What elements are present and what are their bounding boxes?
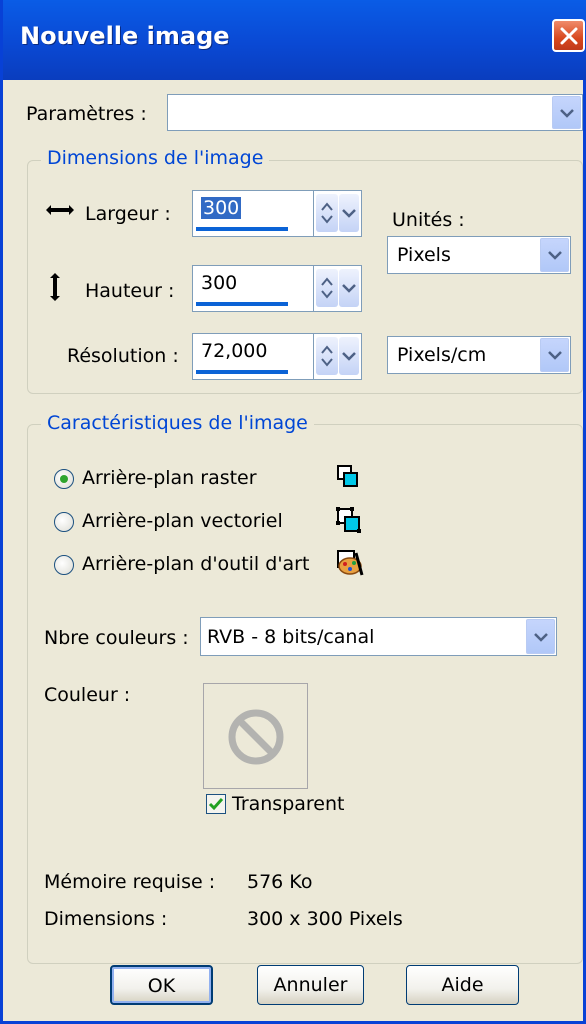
color-label: Couleur : [44, 684, 131, 706]
resolution-slider-bar[interactable] [196, 370, 288, 374]
vertical-resize-icon [50, 273, 60, 301]
vector-layer-icon [336, 507, 361, 533]
up-down-arrows-icon [321, 202, 333, 224]
checkmark-icon [208, 798, 224, 811]
transparent-label[interactable]: Transparent [232, 793, 345, 815]
new-image-dialog: Nouvelle image Paramètres : Dimensions d… [0, 0, 586, 1024]
width-label: Largeur : [85, 203, 171, 225]
vector-background-label[interactable]: Arrière-plan vectoriel [82, 510, 283, 532]
raster-layer-icon [337, 465, 358, 487]
color-swatch[interactable] [203, 683, 308, 789]
window-title: Nouvelle image [20, 22, 230, 50]
width-slider-bar[interactable] [196, 227, 288, 231]
up-down-arrows-icon [321, 345, 333, 367]
resolution-spinner[interactable] [314, 333, 362, 380]
resolution-units-value: Pixels/cm [397, 344, 487, 366]
resolution-value: 72,000 [201, 340, 268, 362]
preset-dropdown-button[interactable] [552, 96, 581, 129]
close-button[interactable] [552, 19, 585, 52]
art-media-background-radio[interactable] [54, 555, 74, 575]
chevron-down-icon [342, 209, 356, 218]
title-bar[interactable]: Nouvelle image [3, 0, 586, 80]
height-value: 300 [201, 272, 238, 294]
no-color-icon [228, 709, 284, 765]
dimensions-info-value: 300 x 300 Pixels [247, 908, 403, 930]
horizontal-resize-icon [46, 205, 74, 215]
raster-background-label[interactable]: Arrière-plan raster [82, 467, 257, 489]
ok-button[interactable]: OK [110, 965, 213, 1005]
preset-label: Paramètres : [26, 103, 147, 125]
colors-count-dropdown-button[interactable] [526, 619, 555, 654]
chevron-down-icon [560, 108, 574, 118]
resolution-units-combobox[interactable]: Pixels/cm [387, 336, 571, 374]
art-media-layer-icon [337, 550, 364, 576]
chevron-down-icon [342, 284, 356, 293]
transparent-checkbox[interactable] [206, 794, 226, 814]
chevron-down-icon [342, 352, 356, 361]
resolution-dropdown-button[interactable] [339, 337, 359, 375]
colors-count-combobox[interactable]: RVB - 8 bits/canal [200, 617, 557, 656]
chevron-down-icon [534, 632, 548, 642]
resolution-updown-button[interactable] [316, 337, 338, 375]
cancel-button[interactable]: Annuler [257, 965, 364, 1005]
width-updown-button[interactable] [316, 194, 338, 232]
colors-count-label: Nbre couleurs : [44, 627, 189, 649]
width-value: 300 [201, 197, 242, 219]
chevron-down-icon [548, 351, 562, 360]
raster-background-radio[interactable] [54, 469, 74, 489]
resolution-input[interactable]: 72,000 [192, 333, 314, 380]
resolution-units-dropdown-button[interactable] [540, 338, 569, 372]
vector-background-radio[interactable] [54, 512, 74, 532]
units-label: Unités : [392, 209, 465, 231]
radio-selected-dot [60, 475, 68, 483]
units-combobox[interactable]: Pixels [387, 236, 571, 274]
chevron-down-icon [548, 251, 562, 260]
art-media-background-label[interactable]: Arrière-plan d'outil d'art [82, 553, 309, 575]
width-input[interactable]: 300 [192, 190, 314, 237]
dimensions-legend: Dimensions de l'image [41, 147, 270, 169]
memory-value: 576 Ko [247, 871, 313, 893]
height-slider-bar[interactable] [196, 302, 288, 306]
height-label: Hauteur : [85, 280, 175, 302]
colors-count-value: RVB - 8 bits/canal [207, 626, 375, 648]
help-button[interactable]: Aide [406, 965, 519, 1005]
resolution-label: Résolution : [67, 345, 179, 367]
memory-label: Mémoire requise : [44, 871, 216, 893]
units-dropdown-button[interactable] [540, 238, 569, 272]
height-updown-button[interactable] [316, 269, 338, 307]
height-dropdown-button[interactable] [339, 269, 359, 307]
dimensions-info-label: Dimensions : [44, 908, 168, 930]
height-spinner[interactable] [314, 265, 362, 312]
height-input[interactable]: 300 [192, 265, 314, 312]
preset-combobox[interactable] [167, 94, 583, 131]
close-icon [560, 27, 578, 45]
width-spinner[interactable] [314, 190, 362, 237]
characteristics-legend: Caractéristiques de l'image [41, 412, 314, 434]
units-value: Pixels [397, 244, 451, 266]
width-dropdown-button[interactable] [339, 194, 359, 232]
up-down-arrows-icon [321, 277, 333, 299]
